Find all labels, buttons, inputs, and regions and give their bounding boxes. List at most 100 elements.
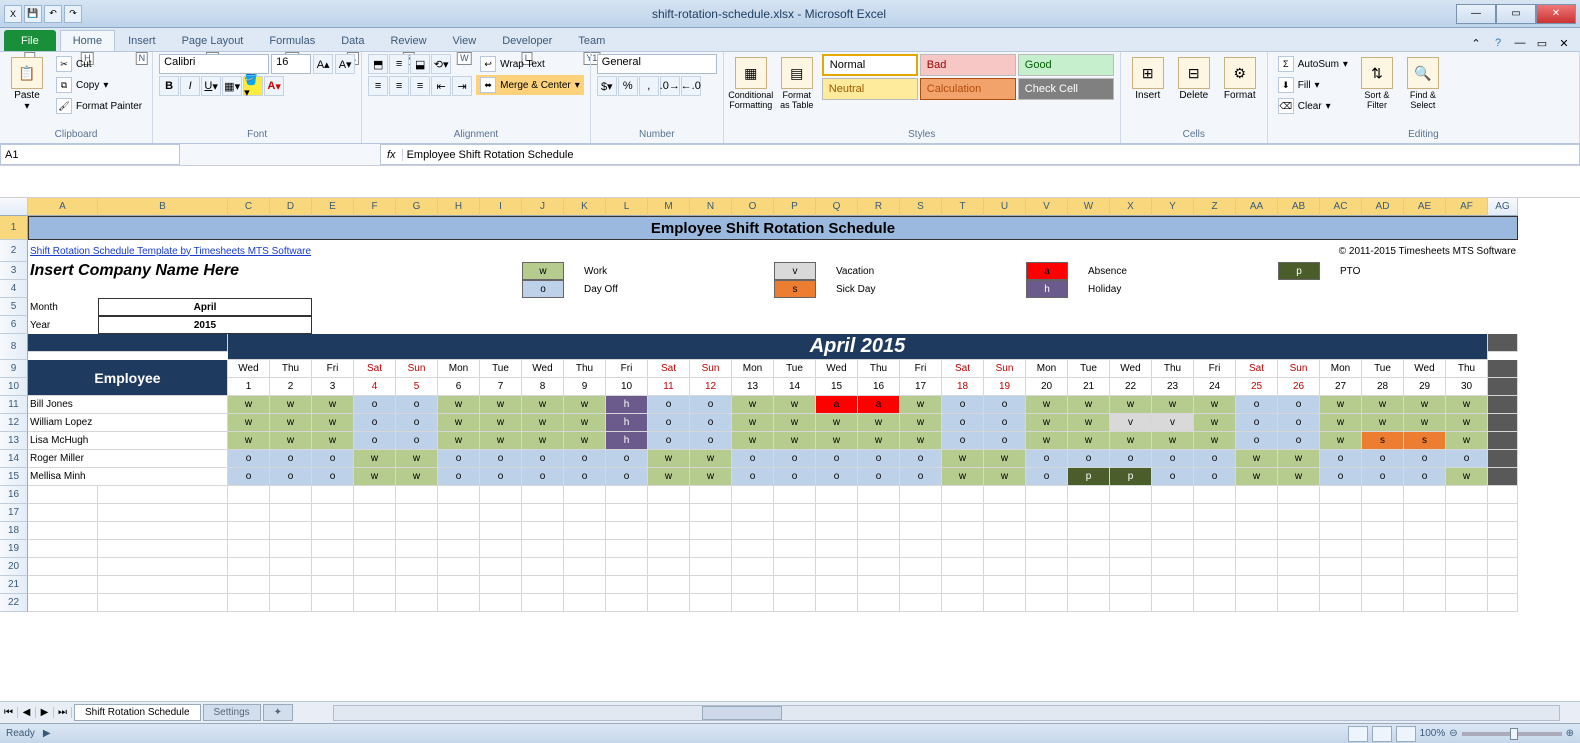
horizontal-scrollbar[interactable] (333, 705, 1560, 721)
excel-icon[interactable]: X (4, 5, 22, 23)
zoom-slider[interactable] (1462, 732, 1562, 736)
close-button[interactable]: ✕ (1536, 4, 1576, 24)
cut-icon: ✂ (56, 56, 72, 72)
name-box[interactable]: A1 (0, 144, 180, 165)
brush-icon: 🖌 (56, 98, 72, 114)
tab-view[interactable]: ViewW (440, 30, 490, 51)
format-as-table-button[interactable]: ▤Format as Table (776, 54, 818, 120)
align-top-button[interactable]: ⬒ (368, 54, 388, 74)
currency-button[interactable]: $▾ (597, 76, 617, 96)
group-font: Calibri 16 A▴ A▾ B I U▾ ▦▾ 🪣▾ A▾ Font (153, 52, 362, 143)
align-bottom-button[interactable]: ⬓ (410, 54, 430, 74)
status-ready: Ready (6, 728, 35, 739)
font-name-combo[interactable]: Calibri (159, 54, 269, 74)
copy-button[interactable]: ⧉Copy ▾ (52, 75, 146, 95)
format-painter-button[interactable]: 🖌Format Painter (52, 96, 146, 116)
redo-icon[interactable]: ↷ (64, 5, 82, 23)
zoom-in-button[interactable]: ⊕ (1566, 728, 1574, 739)
style-normal[interactable]: Normal (822, 54, 918, 76)
find-select-button[interactable]: 🔍Find & Select (1402, 54, 1444, 120)
maximize-button[interactable]: ▭ (1496, 4, 1536, 24)
tab-home[interactable]: HomeH (60, 30, 115, 51)
tab-page-layout[interactable]: Page LayoutP (169, 30, 257, 51)
status-bar: Ready ▶ 100% ⊖ ⊕ (0, 723, 1580, 743)
view-pagebreak-button[interactable] (1396, 726, 1416, 742)
border-button[interactable]: ▦▾ (222, 76, 242, 96)
cell-styles-gallery[interactable]: Normal Bad Good Neutral Calculation Chec… (822, 54, 1114, 100)
help-icon[interactable]: ? (1490, 35, 1506, 51)
sheet-tab-active[interactable]: Shift Rotation Schedule (74, 704, 201, 721)
ribbon-minimize-icon[interactable]: ⌃ (1468, 35, 1484, 51)
fill-button[interactable]: ⬇Fill ▾ (1274, 75, 1352, 95)
window-restore-icon[interactable]: ▭ (1534, 35, 1550, 51)
tab-data[interactable]: DataA (328, 30, 377, 51)
font-color-button[interactable]: A▾ (264, 76, 284, 96)
increase-decimal-button[interactable]: .0→ (660, 76, 680, 96)
percent-button[interactable]: % (618, 76, 638, 96)
window-close-icon[interactable]: ✕ (1556, 35, 1572, 51)
fx-icon[interactable]: fx (381, 149, 403, 161)
comma-button[interactable]: , (639, 76, 659, 96)
undo-icon[interactable]: ↶ (44, 5, 62, 23)
formula-bar[interactable] (403, 149, 1579, 161)
align-middle-button[interactable]: ≡ (389, 54, 409, 74)
cut-button[interactable]: ✂Cut (52, 54, 146, 74)
style-calculation[interactable]: Calculation (920, 78, 1016, 100)
tab-developer[interactable]: DeveloperL (489, 30, 565, 51)
save-icon[interactable]: 💾 (24, 5, 42, 23)
tab-formulas[interactable]: FormulasM (256, 30, 328, 51)
increase-indent-button[interactable]: ⇥ (452, 76, 472, 96)
macro-record-icon[interactable]: ▶ (43, 728, 51, 739)
align-right-button[interactable]: ≡ (410, 76, 430, 96)
bold-button[interactable]: B (159, 76, 179, 96)
align-center-button[interactable]: ≡ (389, 76, 409, 96)
tab-nav-prev[interactable]: ◀ (18, 707, 36, 718)
wrap-text-button[interactable]: ↩Wrap Text (476, 54, 584, 74)
clear-button[interactable]: ⌫Clear ▾ (1274, 96, 1352, 116)
tab-file[interactable]: FileF (4, 30, 56, 51)
shrink-font-button[interactable]: A▾ (335, 54, 355, 74)
group-styles: ▦Conditional Formatting ▤Format as Table… (724, 52, 1121, 143)
merge-center-button[interactable]: ⬌Merge & Center ▾ (476, 75, 584, 95)
delete-cells-button[interactable]: ⊟Delete (1173, 54, 1215, 120)
tab-nav-last[interactable]: ⏭ (54, 707, 72, 718)
fill-color-button[interactable]: 🪣▾ (243, 76, 263, 96)
grow-font-button[interactable]: A▴ (313, 54, 333, 74)
number-format-combo[interactable]: General (597, 54, 717, 74)
paste-button[interactable]: 📋Paste▾ (6, 54, 48, 120)
sort-filter-button[interactable]: ⇅Sort & Filter (1356, 54, 1398, 120)
group-cells: ⊞Insert ⊟Delete ⚙Format Cells (1121, 52, 1268, 143)
sheet-tab-settings[interactable]: Settings (203, 704, 261, 721)
decrease-decimal-button[interactable]: ←.0 (681, 76, 701, 96)
style-check-cell[interactable]: Check Cell (1018, 78, 1114, 100)
conditional-formatting-button[interactable]: ▦Conditional Formatting (730, 54, 772, 120)
sheet-tab-bar: ⏮ ◀ ▶ ⏭ Shift Rotation Schedule Settings… (0, 701, 1580, 723)
ribbon-tabs: FileF HomeH InsertN Page LayoutP Formula… (0, 28, 1580, 52)
view-layout-button[interactable] (1372, 726, 1392, 742)
decrease-indent-button[interactable]: ⇤ (431, 76, 451, 96)
worksheet[interactable]: ABCDEFGHIJKLMNOPQRSTUVWXYZAAABACADAEAFAG… (0, 198, 1580, 701)
underline-button[interactable]: U▾ (201, 76, 221, 96)
autosum-button[interactable]: ΣAutoSum ▾ (1274, 54, 1352, 74)
view-normal-button[interactable] (1348, 726, 1368, 742)
minimize-button[interactable]: — (1456, 4, 1496, 24)
orientation-button[interactable]: ⟲▾ (431, 54, 451, 74)
italic-button[interactable]: I (180, 76, 200, 96)
tab-nav-next[interactable]: ▶ (36, 707, 54, 718)
align-left-button[interactable]: ≡ (368, 76, 388, 96)
zoom-out-button[interactable]: ⊖ (1449, 728, 1457, 739)
tab-review[interactable]: ReviewR (377, 30, 439, 51)
tab-nav-first[interactable]: ⏮ (0, 707, 18, 718)
window-minimize-icon[interactable]: — (1512, 35, 1528, 51)
tab-team[interactable]: TeamY1 (565, 30, 618, 51)
insert-cells-button[interactable]: ⊞Insert (1127, 54, 1169, 120)
group-alignment: ⬒ ≡ ⬓ ⟲▾ ≡ ≡ ≡ ⇤ ⇥ ↩Wrap Text ⬌Merge & C… (362, 52, 591, 143)
sheet-tab-new[interactable]: ✦ (263, 704, 293, 721)
window-title: shift-rotation-schedule.xlsx - Microsoft… (82, 7, 1456, 21)
style-neutral[interactable]: Neutral (822, 78, 918, 100)
style-bad[interactable]: Bad (920, 54, 1016, 76)
style-good[interactable]: Good (1018, 54, 1114, 76)
tab-insert[interactable]: InsertN (115, 30, 169, 51)
font-size-combo[interactable]: 16 (271, 54, 311, 74)
format-cells-button[interactable]: ⚙Format (1219, 54, 1261, 120)
